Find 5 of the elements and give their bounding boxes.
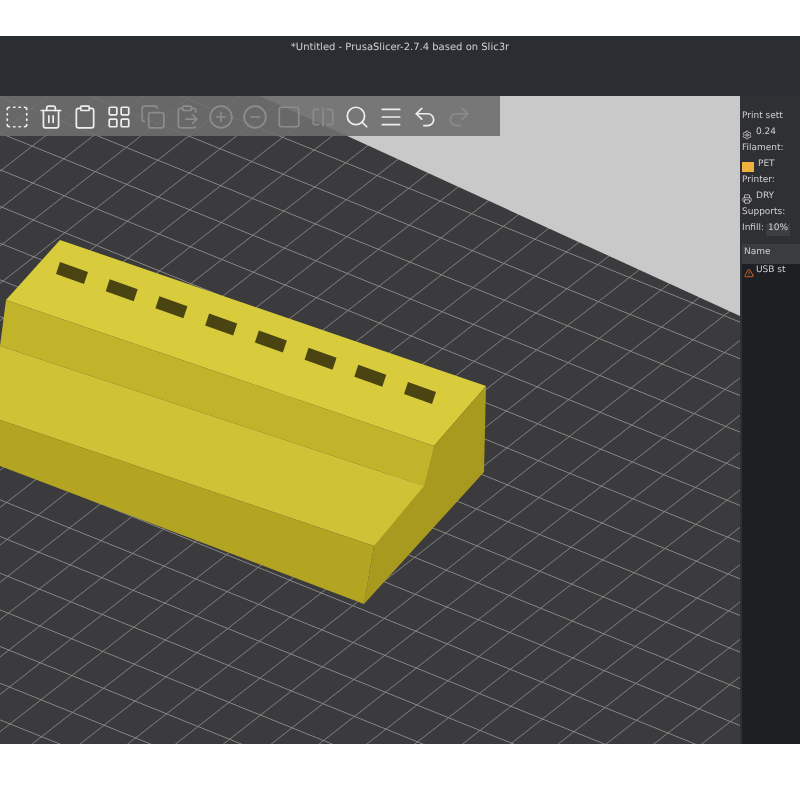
grid-icon[interactable] [104,100,134,132]
printer-icon [742,193,752,203]
trash-icon[interactable] [36,100,66,132]
search-icon[interactable] [342,100,372,132]
clipboard-icon[interactable] [70,100,100,132]
